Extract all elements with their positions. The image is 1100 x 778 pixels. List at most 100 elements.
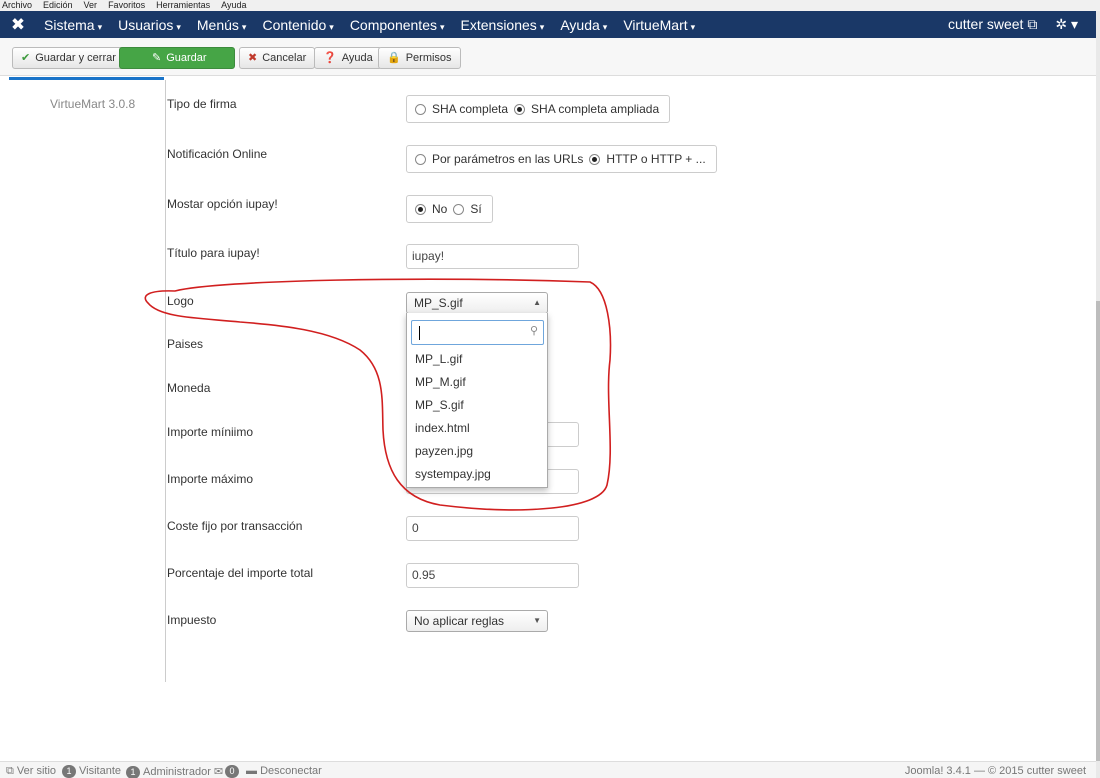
checkmark-icon: ✔ xyxy=(21,52,31,64)
admin-navbar: ✖ Sistema ▾ Usuarios ▾ Menús ▾ Contenido ▾ C… xyxy=(0,11,1096,38)
menu-contenido[interactable]: Contenido ▾ xyxy=(262,17,333,33)
coste-fijo-label: Coste fijo por transacción xyxy=(167,519,303,533)
caret-down-icon: ▾ xyxy=(97,21,103,32)
menu-sistema[interactable]: Sistema ▾ xyxy=(44,17,102,33)
permissions-button[interactable]: 🔒 Permisos xyxy=(378,47,461,69)
admins-badge: 1 xyxy=(126,766,140,778)
logo-option[interactable]: MP_M.gif xyxy=(415,375,466,389)
settings-menu[interactable]: ✲ ▾ xyxy=(1055,16,1078,33)
logo-dropdown: ⚲ MP_L.gif MP_M.gif MP_S.gif index.html … xyxy=(406,313,548,488)
impuesto-label: Impuesto xyxy=(167,613,217,627)
menu-ayuda[interactable]: Ayuda ▾ xyxy=(560,17,607,33)
browser-menu-ver[interactable]: Ver xyxy=(84,0,98,10)
tipo-firma-radios: SHA completa SHA completa ampliada xyxy=(406,95,671,123)
user-site-link[interactable]: cutter sweet ⧉ xyxy=(948,16,1037,33)
menu-ayuda-label: Ayuda xyxy=(560,16,600,33)
radio-no-label: No xyxy=(432,202,448,216)
browser-menu-ayuda[interactable]: Ayuda xyxy=(221,0,246,10)
external-link-icon: ⧉ xyxy=(1027,16,1038,32)
menu-extensiones-label: Extensiones xyxy=(460,16,537,33)
menu-virtuemart[interactable]: VirtueMart ▾ xyxy=(623,17,695,33)
messages-indicator[interactable]: 0 xyxy=(225,765,242,778)
notificacion-radios: Por parámetros en las URLs HTTP o HTTP +… xyxy=(406,145,717,173)
radio-http[interactable] xyxy=(589,153,601,165)
menu-usuarios[interactable]: Usuarios ▾ xyxy=(118,17,181,33)
radio-http-label: HTTP o HTTP + ... xyxy=(606,152,706,166)
help-label: Ayuda xyxy=(341,52,373,64)
scrollbar-thumb[interactable] xyxy=(1096,301,1100,761)
mail-icon: ✉ xyxy=(213,766,224,778)
help-button[interactable]: ❓ Ayuda xyxy=(314,47,382,69)
importe-maximo-label: Importe máximo xyxy=(167,472,254,486)
logo-option[interactable]: systempay.jpg xyxy=(415,467,491,481)
radio-sha-completa[interactable] xyxy=(415,103,426,115)
save-label: Guardar xyxy=(166,52,207,64)
titulo-iupay-input[interactable]: iupay! xyxy=(406,244,579,269)
caret-down-icon: ▾ xyxy=(241,21,247,32)
user-name: cutter sweet xyxy=(947,16,1024,32)
messages-badge: 0 xyxy=(225,765,239,778)
radio-parametros-urls[interactable] xyxy=(415,153,426,165)
browser-menu-archivo[interactable]: Archivo xyxy=(2,0,32,10)
logo-option[interactable]: MP_L.gif xyxy=(415,352,462,366)
external-link-icon: ⧉ xyxy=(6,765,14,777)
view-site-label: Ver sitio xyxy=(16,765,57,777)
menu-extensiones[interactable]: Extensiones ▾ xyxy=(461,17,545,33)
menu-componentes-label: Componentes xyxy=(349,16,437,33)
notificacion-label: Notificación Online xyxy=(167,147,268,161)
coste-fijo-input[interactable]: 0 xyxy=(406,516,579,541)
radio-si[interactable] xyxy=(453,203,465,215)
caret-down-icon: ▾ xyxy=(539,21,545,32)
logo-select[interactable]: MP_S.gif ▲ xyxy=(406,292,548,314)
browser-menu-favoritos[interactable]: Favoritos xyxy=(108,0,145,10)
logout-label: Desconectar xyxy=(260,765,322,777)
browser-menu-edicion[interactable]: Edición xyxy=(43,0,73,10)
menu-virtuemart-label: VirtueMart xyxy=(623,16,688,33)
logo-option[interactable]: index.html xyxy=(415,421,470,435)
menu-componentes[interactable]: Componentes ▾ xyxy=(350,17,445,33)
save-button[interactable]: ✎ Guardar xyxy=(119,47,235,69)
radio-sha-ampliada[interactable] xyxy=(514,103,526,115)
radio-sha-ampliada-label: SHA completa ampliada xyxy=(531,102,660,116)
view-site-link[interactable]: ⧉ Ver sitio xyxy=(6,765,56,778)
logo-option[interactable]: MP_S.gif xyxy=(415,398,464,412)
question-icon: ❓ xyxy=(323,52,337,64)
sidebar-divider xyxy=(165,80,166,682)
logo-label: Logo xyxy=(167,294,194,308)
radio-sha-completa-label: SHA completa xyxy=(432,102,509,116)
logo-dropdown-search-input[interactable]: ⚲ xyxy=(411,320,544,345)
impuesto-select-value: No aplicar reglas xyxy=(414,614,505,628)
logout-link[interactable]: ▬ Desconectar xyxy=(246,765,322,777)
page-scrollbar[interactable] xyxy=(1096,11,1100,778)
browser-menu-herramientas[interactable]: Herramientas xyxy=(156,0,210,10)
logo-option[interactable]: payzen.jpg xyxy=(415,444,473,458)
caret-down-icon: ▾ xyxy=(176,21,181,32)
joomla-logo-icon[interactable]: ✖ xyxy=(0,15,36,35)
navbar-right: cutter sweet ⧉ ✲ ▾ xyxy=(948,16,1096,33)
radio-parametros-urls-label: Por parámetros en las URLs xyxy=(432,152,584,166)
caret-up-icon: ▲ xyxy=(533,298,541,307)
visitors-indicator[interactable]: 1 Visitante xyxy=(62,765,121,778)
minus-icon: ▬ xyxy=(246,765,257,777)
save-close-button[interactable]: ✔ Guardar y cerrar xyxy=(12,47,125,69)
menu-usuarios-label: Usuarios xyxy=(118,16,174,33)
lock-icon: 🔒 xyxy=(387,52,401,64)
visitors-badge: 1 xyxy=(62,765,76,778)
mostrar-iupay-radios: No Sí xyxy=(406,195,493,223)
mostrar-iupay-label: Mostar opción iupay! xyxy=(167,197,278,211)
cancel-button[interactable]: ✖ Cancelar xyxy=(239,47,316,69)
importe-minimo-label: Importe míniimo xyxy=(167,425,254,439)
admins-indicator[interactable]: 1 Administrador ✉ xyxy=(126,765,223,778)
toolbar: ✔ Guardar y cerrar ✎ Guardar ✖ Cancelar ❓ Ay… xyxy=(0,38,1096,76)
status-footer: ⧉ Ver sitio 1 Visitante 1 Administrador ✉ … xyxy=(0,761,1096,778)
impuesto-select[interactable]: No aplicar reglas ▼ xyxy=(406,610,548,632)
caret-down-icon: ▾ xyxy=(439,21,445,32)
radio-si-label: Sí xyxy=(470,202,482,216)
radio-no[interactable] xyxy=(415,203,426,215)
save-close-label: Guardar y cerrar xyxy=(35,52,116,64)
search-icon: ⚲ xyxy=(529,325,538,337)
version-label: VirtueMart 3.0.8 xyxy=(50,97,136,111)
text-cursor xyxy=(419,326,420,340)
porcentaje-input[interactable]: 0.95 xyxy=(406,563,579,588)
menu-menus[interactable]: Menús ▾ xyxy=(197,17,247,33)
